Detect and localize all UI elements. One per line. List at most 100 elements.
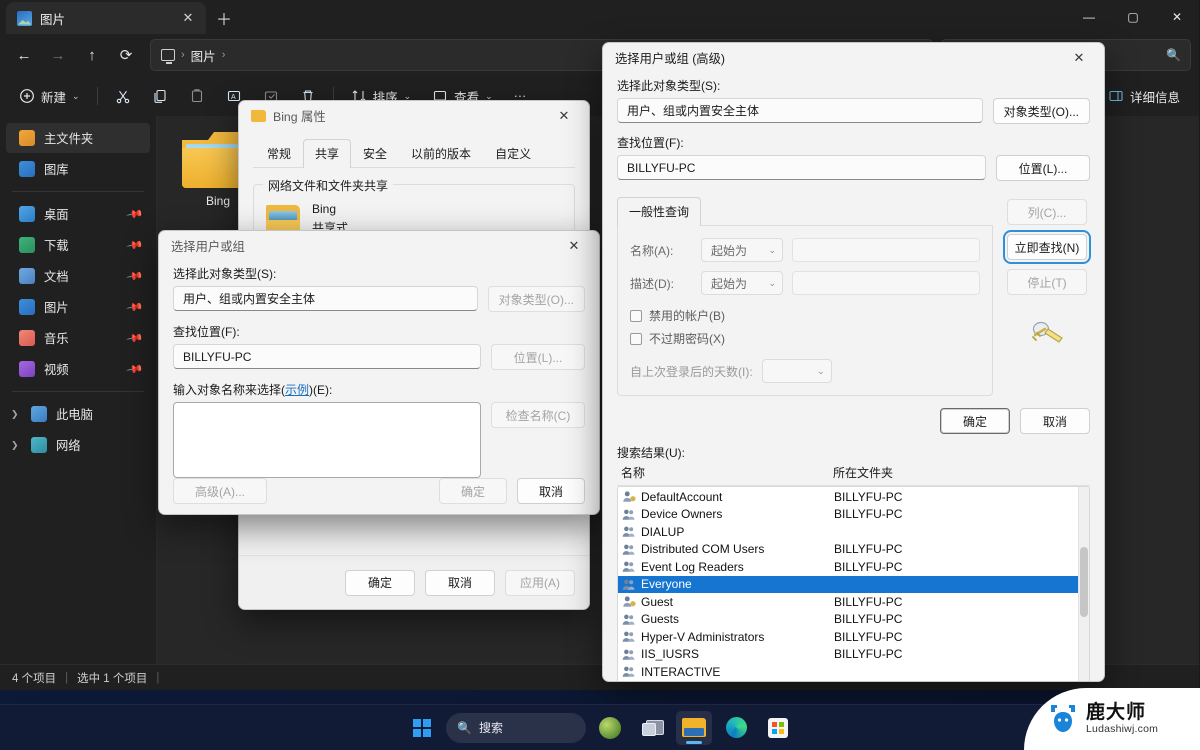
sidebar-item-videos[interactable]: 视频 📌 xyxy=(6,354,150,384)
tab-common-queries[interactable]: 一般性查询 xyxy=(617,197,702,226)
refresh-icon[interactable]: ⟳ xyxy=(110,39,142,71)
sidebar-item-gallery[interactable]: 图库 xyxy=(6,154,150,184)
tab-自定义[interactable]: 自定义 xyxy=(483,139,543,168)
taskbar-search[interactable]: 🔍 搜索 xyxy=(446,712,586,743)
maximize-button[interactable]: ▢ xyxy=(1111,0,1155,34)
result-row[interactable]: IUSR xyxy=(618,681,1089,682)
chevron-right-icon[interactable]: ❯ xyxy=(11,409,23,420)
tab-以前的版本[interactable]: 以前的版本 xyxy=(399,139,483,168)
sidebar-item-music[interactable]: 音乐 📌 xyxy=(6,323,150,353)
object-types-button[interactable]: 对象类型(O)... xyxy=(487,286,585,312)
days-since-logon-select[interactable]: ⌄ xyxy=(761,359,832,383)
tab-pictures[interactable]: 图片 ✕ xyxy=(6,2,206,34)
name-operator-select[interactable]: 起始为 ⌄ xyxy=(701,238,783,262)
cancel-button[interactable]: 取消 xyxy=(1020,408,1090,434)
widgets-button[interactable] xyxy=(592,711,628,745)
sidebar-item-network[interactable]: ❯ 网络 xyxy=(6,430,150,460)
up-icon[interactable]: ↑ xyxy=(76,39,108,71)
description-operator-select[interactable]: 起始为 ⌄ xyxy=(701,271,783,295)
tab-常规[interactable]: 常规 xyxy=(255,139,303,168)
paste-button[interactable] xyxy=(180,81,214,111)
store-button[interactable] xyxy=(760,711,796,745)
sidebar-item-documents[interactable]: 文档 📌 xyxy=(6,261,150,291)
column-header-name[interactable]: 名称 xyxy=(621,464,833,481)
dialog-title: Bing 属性 xyxy=(273,110,326,124)
close-icon[interactable]: ✕ xyxy=(1058,44,1100,73)
cancel-button[interactable]: 取消 xyxy=(425,569,495,596)
scrollbar-thumb[interactable] xyxy=(1080,547,1088,617)
new-button[interactable]: 新建 ⌄ xyxy=(10,81,89,111)
results-scrollbar[interactable] xyxy=(1078,487,1089,681)
location-field[interactable]: BILLYFU-PC xyxy=(617,155,986,180)
result-row[interactable]: Guest BILLYFU-PC xyxy=(618,593,1089,611)
ok-button[interactable]: 确定 xyxy=(940,408,1010,434)
details-pane-button[interactable]: 详细信息 xyxy=(1099,81,1189,111)
check-names-button[interactable]: 检查名称(C) xyxy=(491,402,585,428)
tab-安全[interactable]: 安全 xyxy=(351,139,399,168)
sidebar-item-label: 音乐 xyxy=(44,332,69,346)
result-row[interactable]: INTERACTIVE xyxy=(618,663,1089,681)
results-list[interactable]: DefaultAccount BILLYFU-PC Device Owners BIL… xyxy=(617,486,1090,682)
sidebar-item-desktop[interactable]: 桌面 📌 xyxy=(6,199,150,229)
plus-icon[interactable]: ＋ xyxy=(210,4,238,32)
start-button[interactable] xyxy=(404,711,440,745)
result-row[interactable]: Guests BILLYFU-PC xyxy=(618,611,1089,629)
result-row[interactable]: Event Log Readers BILLYFU-PC xyxy=(618,558,1089,576)
location-field[interactable]: BILLYFU-PC xyxy=(173,344,481,369)
task-view-button[interactable] xyxy=(634,711,670,745)
disabled-accounts-checkbox[interactable]: 禁用的帐户(B) xyxy=(630,307,980,324)
name-input[interactable] xyxy=(792,238,980,262)
minimize-button[interactable]: — xyxy=(1067,0,1111,34)
examples-link[interactable]: 示例 xyxy=(285,383,309,397)
object-names-input[interactable] xyxy=(173,402,481,478)
object-type-field[interactable]: 用户、组或内置安全主体 xyxy=(617,98,983,123)
locations-button[interactable]: 位置(L)... xyxy=(996,155,1090,181)
sidebar-item-download[interactable]: 下载 📌 xyxy=(6,230,150,260)
apply-button[interactable]: 应用(A) xyxy=(505,569,575,596)
pin-icon[interactable]: 📌 xyxy=(126,298,145,317)
pin-icon[interactable]: 📌 xyxy=(126,205,145,224)
close-icon[interactable]: ✕ xyxy=(543,102,585,131)
result-row[interactable]: DefaultAccount BILLYFU-PC xyxy=(618,488,1089,506)
close-icon[interactable]: ✕ xyxy=(553,232,595,261)
result-row[interactable]: Distributed COM Users BILLYFU-PC xyxy=(618,541,1089,559)
pin-icon[interactable]: 📌 xyxy=(126,360,145,379)
stop-button[interactable]: 停止(T) xyxy=(1007,269,1087,295)
cancel-button[interactable]: 取消 xyxy=(517,478,585,504)
find-now-button[interactable]: 立即查找(N) xyxy=(1003,230,1091,264)
breadcrumb-item[interactable]: 图片 xyxy=(191,46,216,65)
back-icon[interactable]: ← xyxy=(8,39,40,71)
columns-button[interactable]: 列(C)... xyxy=(1007,199,1087,225)
pin-icon[interactable]: 📌 xyxy=(126,236,145,255)
non-expiring-password-checkbox[interactable]: 不过期密码(X) xyxy=(630,330,980,347)
result-row[interactable]: Hyper-V Administrators BILLYFU-PC xyxy=(618,628,1089,646)
forward-icon[interactable]: → xyxy=(42,39,74,71)
result-row[interactable]: Device Owners BILLYFU-PC xyxy=(618,506,1089,524)
share-name: Bing xyxy=(312,202,337,216)
result-row[interactable]: IIS_IUSRS BILLYFU-PC xyxy=(618,646,1089,664)
result-row[interactable]: DIALUP xyxy=(618,523,1089,541)
object-type-field[interactable]: 用户、组或内置安全主体 xyxy=(173,286,478,311)
description-input[interactable] xyxy=(792,271,980,295)
tab-共享[interactable]: 共享 xyxy=(303,139,352,168)
copy-button[interactable] xyxy=(143,81,177,111)
chevron-right-icon[interactable]: ❯ xyxy=(11,440,23,451)
sidebar-item-thispc[interactable]: ❯ 此电脑 xyxy=(6,399,150,429)
sidebar-item-pictures[interactable]: 图片 📌 xyxy=(6,292,150,322)
object-types-button[interactable]: 对象类型(O)... xyxy=(992,98,1090,124)
file-explorer-button[interactable] xyxy=(676,710,712,745)
pin-icon[interactable]: 📌 xyxy=(126,267,145,286)
edge-button[interactable] xyxy=(718,711,754,745)
pin-icon[interactable]: 📌 xyxy=(126,329,145,348)
ok-button[interactable]: 确定 xyxy=(345,569,415,596)
advanced-button[interactable]: 高级(A)... xyxy=(173,478,267,504)
column-header-folder[interactable]: 所在文件夹 xyxy=(833,464,943,481)
ok-button[interactable]: 确定 xyxy=(439,478,507,504)
sidebar-item-home[interactable]: 主文件夹 xyxy=(6,123,150,153)
close-button[interactable]: ✕ xyxy=(1155,0,1199,34)
cut-button[interactable] xyxy=(106,81,140,111)
sidebar-item-label: 文档 xyxy=(44,270,69,284)
close-icon[interactable]: ✕ xyxy=(178,8,198,28)
locations-button[interactable]: 位置(L)... xyxy=(491,344,585,370)
result-row[interactable]: Everyone xyxy=(618,575,1089,593)
